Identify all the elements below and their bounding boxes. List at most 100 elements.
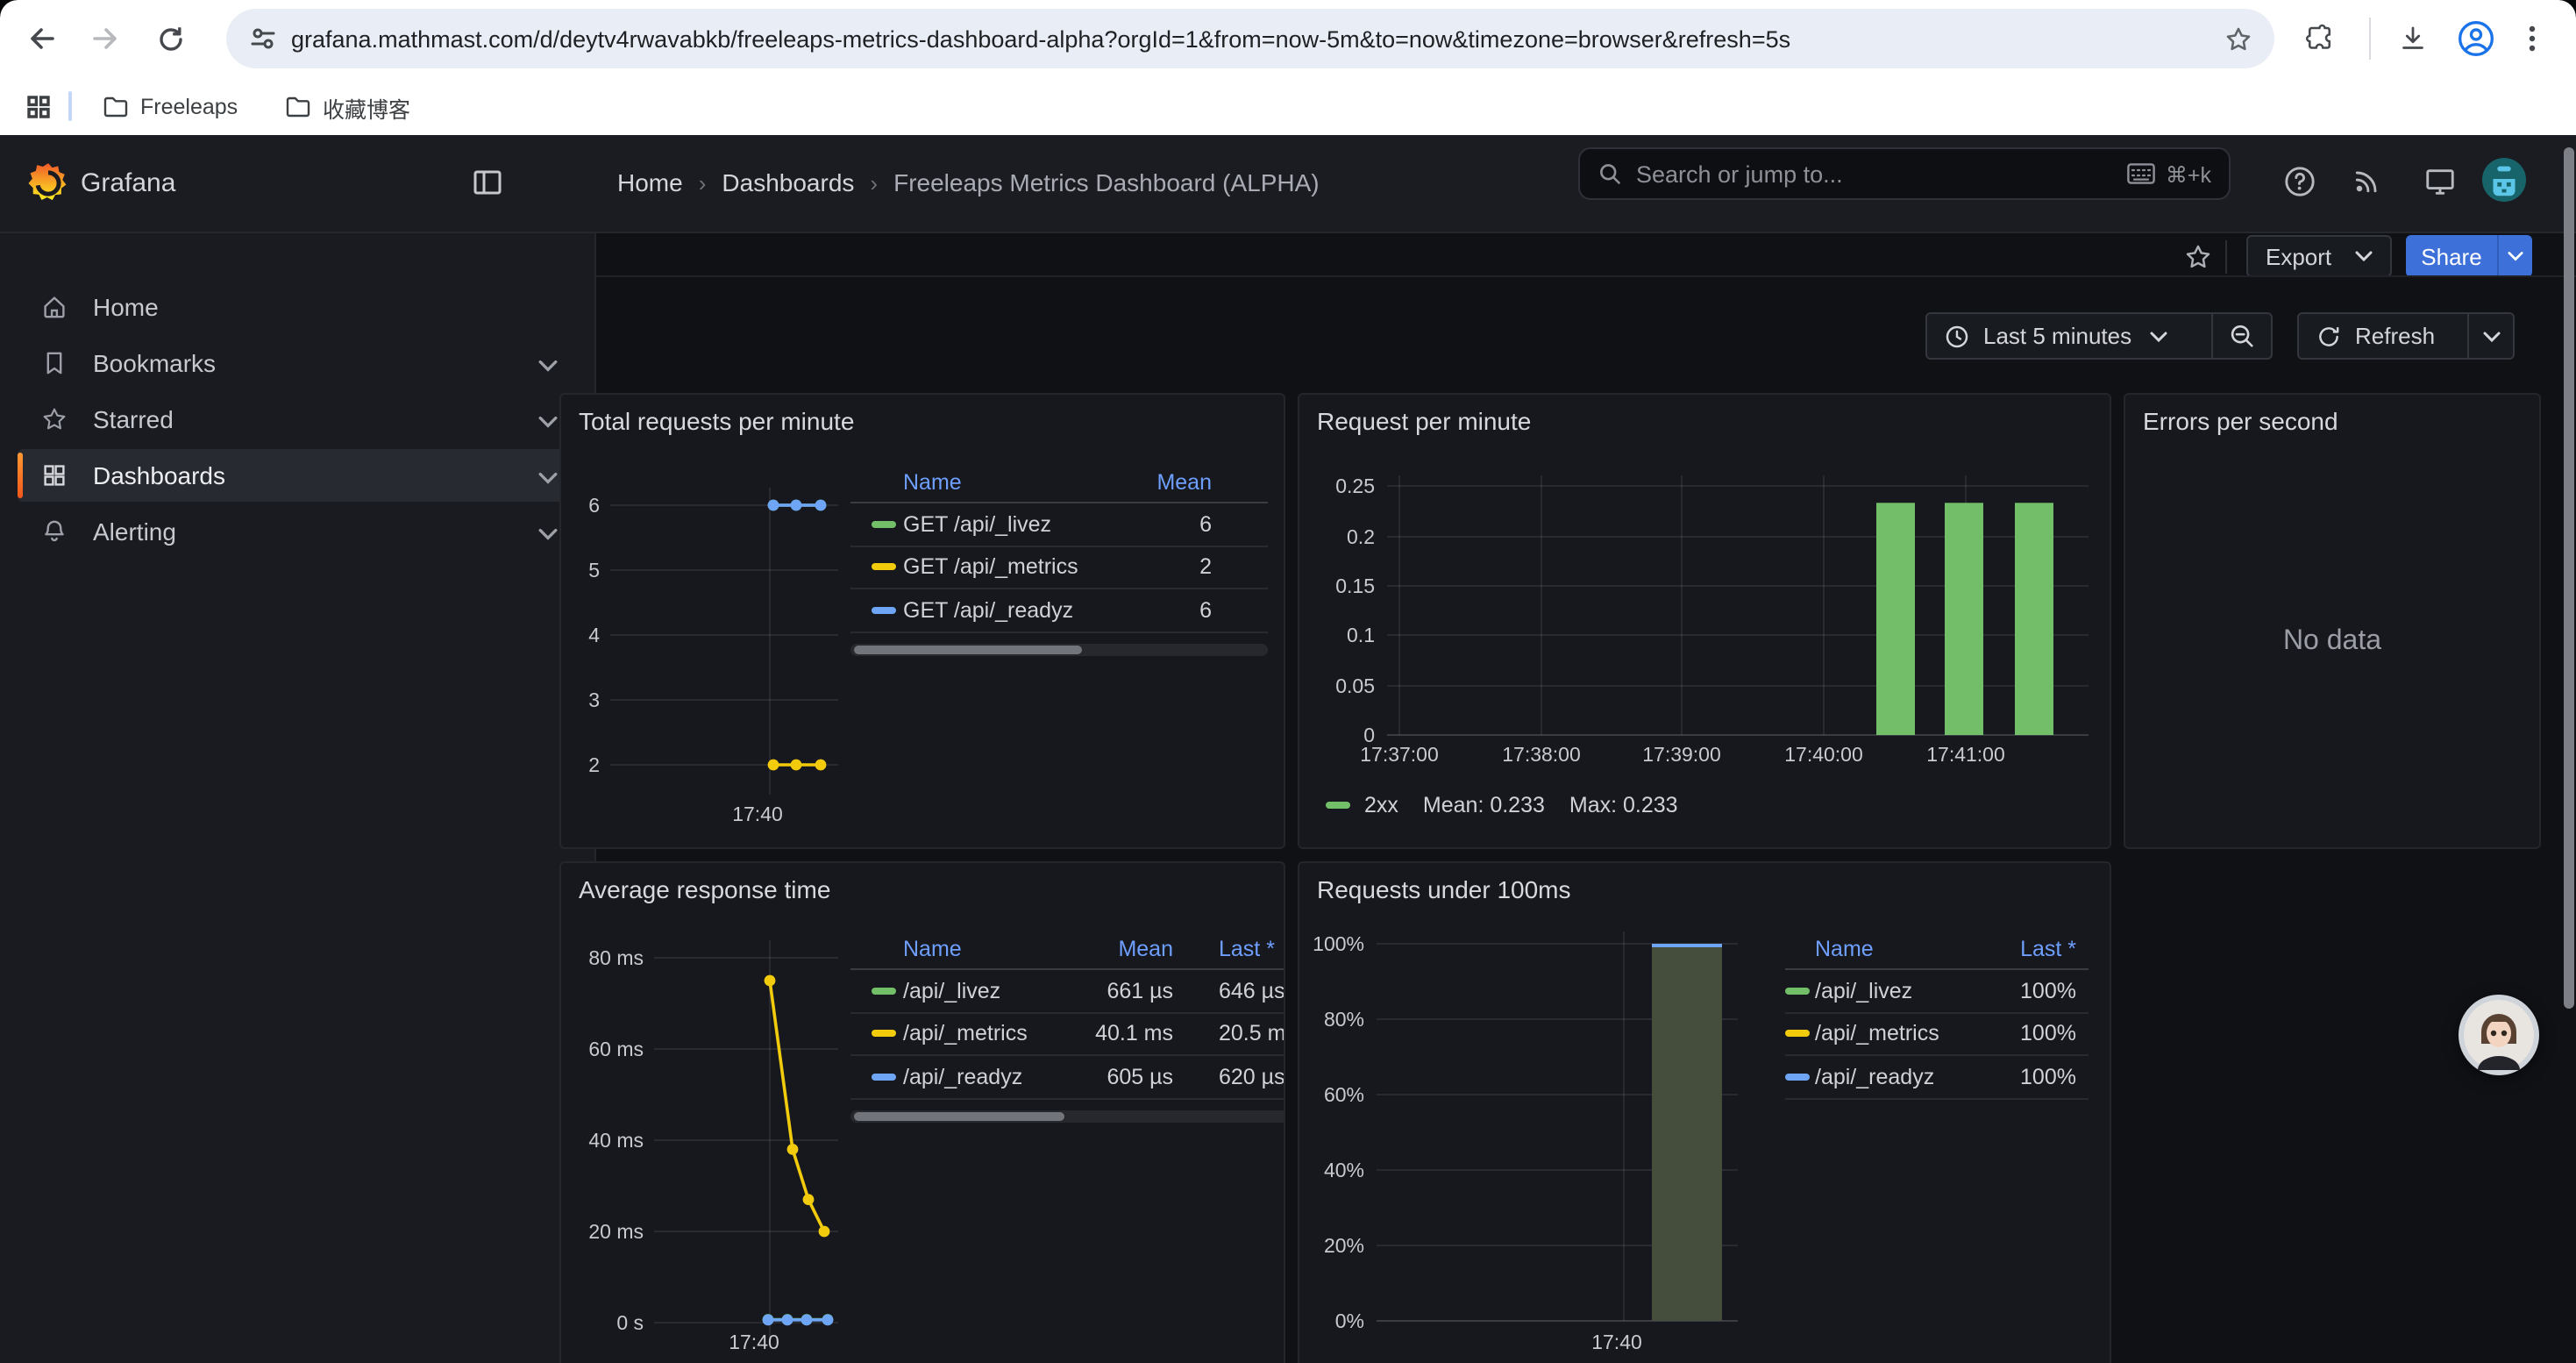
grafana-brand[interactable]: Grafana <box>81 168 175 198</box>
breadcrumb-separator: › <box>699 169 707 196</box>
breadcrumb-home[interactable]: Home <box>617 168 683 196</box>
series-swatch <box>1785 988 1810 995</box>
svg-text:40 ms: 40 ms <box>588 1129 644 1152</box>
sidebar-item-label: Alerting <box>93 517 176 546</box>
subheader-divider <box>2225 240 2227 274</box>
scrollbar-thumb[interactable] <box>2564 147 2574 1009</box>
downloads-button[interactable] <box>2388 14 2437 63</box>
share-button[interactable]: Share <box>2406 235 2497 277</box>
legend-row[interactable]: GET /api/_livez6 <box>850 503 1268 546</box>
bookmark-star-icon[interactable] <box>2224 24 2253 54</box>
back-button[interactable] <box>18 14 67 63</box>
legend-scrollbar[interactable] <box>850 643 1268 655</box>
reload-button[interactable] <box>146 14 195 63</box>
back-icon <box>26 23 58 54</box>
kiosk-mode-button[interactable] <box>2416 158 2462 203</box>
svg-text:17:40: 17:40 <box>732 803 783 825</box>
panel-title[interactable]: Errors per second <box>2143 407 2338 435</box>
download-icon <box>2397 23 2429 54</box>
news-button[interactable] <box>2345 158 2390 203</box>
sidebar-item-bookmarks[interactable]: Bookmarks <box>18 337 579 389</box>
legend-row[interactable]: /api/_readyz100% <box>1785 1056 2089 1099</box>
refresh-interval-button[interactable] <box>2469 314 2513 358</box>
legend-row[interactable]: /api/_metrics40.1 ms20.5 ms <box>850 1013 1285 1056</box>
svg-text:5: 5 <box>588 559 600 582</box>
sidebar-item-dashboards[interactable]: Dashboards <box>18 449 579 502</box>
legend-col-name[interactable]: Name <box>903 470 962 495</box>
legend-scrollbar-thumb[interactable] <box>854 645 1082 653</box>
breadcrumb-dashboards[interactable]: Dashboards <box>722 168 854 196</box>
sidebar-item-starred[interactable]: Starred <box>18 393 579 446</box>
legend-inline[interactable]: 2xxMean: 0.233Max: 0.233 <box>1326 793 1678 817</box>
chevron-down-icon[interactable] <box>538 349 558 377</box>
time-range-label: Last 5 minutes <box>1983 323 2131 349</box>
series-name: GET /api/_livez <box>903 512 1051 537</box>
bookmark-label: 收藏博客 <box>323 90 410 124</box>
legend-col-name[interactable]: Name <box>903 937 962 961</box>
search-placeholder: Search or jump to... <box>1636 161 2127 187</box>
zoom-out-button[interactable] <box>2213 314 2271 358</box>
legend-col[interactable]: Last * <box>1219 937 1275 961</box>
help-button[interactable] <box>2276 158 2322 203</box>
legend-scrollbar[interactable] <box>850 1110 1285 1122</box>
forward-button[interactable] <box>81 14 130 63</box>
svg-text:0.15: 0.15 <box>1335 574 1375 597</box>
time-range-picker[interactable]: Last 5 minutes <box>1927 323 2211 349</box>
rss-icon <box>2352 165 2383 196</box>
address-bar[interactable]: grafana.mathmast.com/d/deytv4rwavabkb/fr… <box>226 9 2274 68</box>
chevron-down-icon[interactable] <box>538 405 558 433</box>
extensions-button[interactable] <box>2294 14 2343 63</box>
svg-text:60%: 60% <box>1324 1083 1364 1106</box>
assistant-avatar[interactable] <box>2459 995 2539 1075</box>
user-avatar-icon <box>2481 155 2527 203</box>
legend-row[interactable]: GET /api/_readyz6 <box>850 589 1268 632</box>
svg-text:6: 6 <box>588 494 600 517</box>
share-menu-button[interactable] <box>2497 235 2532 277</box>
search-input[interactable]: Search or jump to... ⌘+k <box>1578 147 2231 200</box>
no-data-message: No data <box>2125 626 2539 658</box>
bookmark-folder-blogs[interactable]: 收藏博客 <box>274 86 421 128</box>
legend-col-name[interactable]: Name <box>1815 937 1874 961</box>
legend-row[interactable]: GET /api/_metrics2 <box>850 546 1268 589</box>
browser-menu-button[interactable] <box>2508 14 2557 63</box>
profile-icon <box>2457 19 2495 58</box>
keyboard-icon <box>2127 163 2155 184</box>
chevron-down-icon[interactable] <box>538 517 558 546</box>
legend-row[interactable]: /api/_metrics100% <box>1785 1013 2089 1056</box>
series-name: /api/_metrics <box>903 1022 1028 1046</box>
url-text[interactable]: grafana.mathmast.com/d/deytv4rwavabkb/fr… <box>291 25 2224 52</box>
legend-col[interactable]: Last * <box>2020 937 2076 961</box>
profile-button[interactable] <box>2451 14 2501 63</box>
assistant-avatar-icon <box>2464 1000 2534 1070</box>
series-value: 605 µs <box>1107 1065 1173 1089</box>
export-button[interactable]: Export <box>2246 235 2392 277</box>
legend-row[interactable]: /api/_livez100% <box>1785 970 2089 1013</box>
legend-scrollbar-thumb[interactable] <box>854 1111 1064 1120</box>
apps-grid-button[interactable] <box>14 82 63 132</box>
sidebar-item-alerting[interactable]: Alerting <box>18 505 579 558</box>
chevron-down-icon[interactable] <box>538 461 558 489</box>
request-per-minute-chart: 0.250.20.150.10.05017:37:0017:38:0017:39… <box>1299 395 2111 849</box>
star-icon <box>40 405 68 433</box>
refresh-button[interactable]: Refresh <box>2299 323 2467 349</box>
legend-col[interactable]: Mean <box>1156 470 1212 495</box>
panel-request-per-minute: Request per minute 0.250.20.150.10.05017… <box>1298 393 2111 849</box>
sidebar-item-home[interactable]: Home <box>18 281 579 333</box>
grafana-logo-icon <box>26 161 70 205</box>
site-settings-icon[interactable] <box>249 25 277 53</box>
svg-text:17:39:00: 17:39:00 <box>1642 743 1721 766</box>
user-avatar[interactable] <box>2481 156 2527 202</box>
svg-text:20 ms: 20 ms <box>588 1220 644 1243</box>
series-value: 6 <box>1199 598 1212 623</box>
legend-row[interactable]: /api/_livez661 µs646 µs <box>850 970 1285 1013</box>
legend-col[interactable]: Mean <box>1118 937 1173 961</box>
legend-row[interactable]: /api/_readyz605 µs620 µs <box>850 1056 1285 1099</box>
legend-header: Name Mean <box>850 465 1268 503</box>
svg-text:80%: 80% <box>1324 1008 1364 1031</box>
grafana-logo[interactable] <box>26 161 70 214</box>
series-value: 100% <box>2020 1022 2076 1046</box>
series-swatch <box>872 607 896 614</box>
page-scrollbar[interactable] <box>2562 135 2576 1363</box>
bookmark-folder-freeleaps[interactable]: Freeleaps <box>91 86 248 128</box>
dock-menu-button[interactable] <box>470 165 505 209</box>
